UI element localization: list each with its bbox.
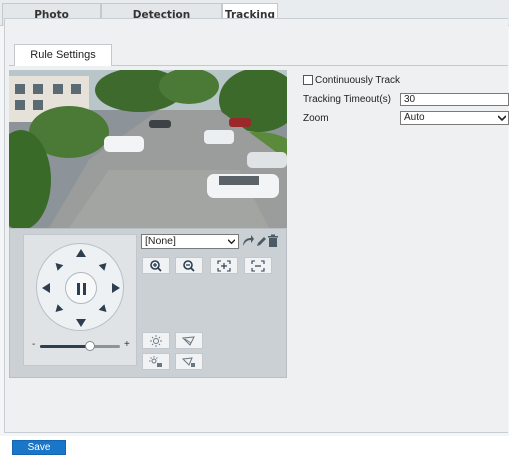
- zoom-label: Zoom: [303, 113, 329, 124]
- preset-select[interactable]: [None]: [141, 234, 239, 249]
- pan-up-right-arrow-icon[interactable]: [98, 260, 110, 271]
- light-settings-button[interactable]: [142, 353, 170, 370]
- light-settings-icon: [149, 356, 162, 367]
- wiper-settings-icon: [182, 357, 195, 367]
- speed-minus-label: -: [32, 339, 36, 350]
- pan-left-arrow-icon[interactable]: [42, 283, 50, 293]
- tab-rule-settings[interactable]: Rule Settings: [14, 44, 112, 66]
- edit-preset-icon[interactable]: [255, 234, 267, 248]
- light-icon: [150, 335, 162, 347]
- pause-icon[interactable]: [65, 272, 97, 304]
- light-button[interactable]: [142, 332, 170, 349]
- continuously-track-checkbox[interactable]: [303, 75, 313, 85]
- ptz-control-panel: - + [None]: [9, 228, 287, 378]
- wiper-button[interactable]: [175, 332, 203, 349]
- zoom-select-value: Auto: [404, 112, 425, 123]
- pan-down-left-arrow-icon[interactable]: [52, 304, 64, 315]
- delete-preset-icon[interactable]: [267, 234, 279, 248]
- live-video-view[interactable]: [9, 70, 287, 228]
- tracking-timeout-label: Tracking Timeout(s): [303, 94, 391, 105]
- continuously-track-label: Continuously Track: [315, 75, 401, 86]
- speed-slider-fill: [40, 345, 90, 348]
- zoom-out-button[interactable]: [175, 257, 203, 274]
- focus-far-button[interactable]: [244, 257, 272, 274]
- focus-near-button[interactable]: [210, 257, 238, 274]
- chevron-down-icon: [498, 115, 506, 122]
- focus-near-icon: [217, 260, 231, 272]
- focus-far-icon: [251, 260, 265, 272]
- zoom-in-icon: [150, 260, 162, 272]
- camera-scene-image: [9, 70, 287, 228]
- wiper-icon: [182, 336, 195, 346]
- pan-down-arrow-icon[interactable]: [76, 319, 86, 327]
- pan-up-arrow-icon[interactable]: [76, 249, 86, 257]
- chevron-down-icon: [228, 239, 235, 245]
- go-to-preset-icon[interactable]: [242, 234, 254, 248]
- zoom-out-icon: [183, 260, 195, 272]
- wiper-settings-button[interactable]: [175, 353, 203, 370]
- save-button[interactable]: Save: [12, 440, 66, 455]
- pan-up-left-arrow-icon[interactable]: [52, 260, 64, 271]
- preset-select-value: [None]: [145, 235, 176, 247]
- speed-slider-handle[interactable]: [84, 341, 95, 351]
- speed-slider[interactable]: [40, 341, 120, 351]
- zoom-select[interactable]: Auto: [400, 111, 509, 125]
- zoom-in-button[interactable]: [142, 257, 170, 274]
- pan-down-right-arrow-icon[interactable]: [98, 304, 110, 315]
- direction-control-area: - +: [23, 234, 137, 366]
- tracking-timeout-input[interactable]: 30: [400, 93, 509, 106]
- speed-plus-label: +: [124, 339, 130, 350]
- ptz-joystick: [36, 243, 124, 331]
- pan-right-arrow-icon[interactable]: [112, 283, 120, 293]
